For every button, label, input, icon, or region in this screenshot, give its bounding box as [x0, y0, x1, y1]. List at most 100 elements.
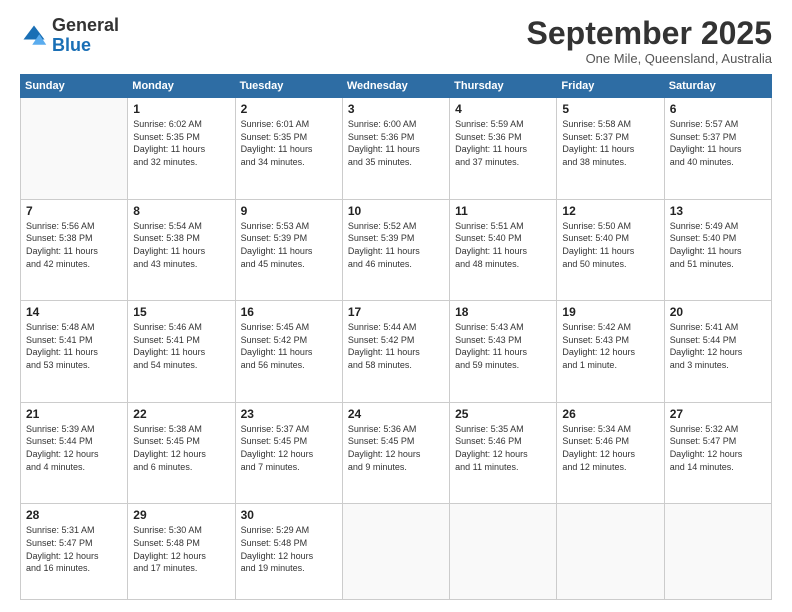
day-number: 8: [133, 204, 229, 218]
day-info: Sunrise: 5:59 AM Sunset: 5:36 PM Dayligh…: [455, 118, 551, 168]
day-number: 18: [455, 305, 551, 319]
calendar-week-row: 28 Sunrise: 5:31 AM Sunset: 5:47 PM Dayli…: [21, 504, 772, 600]
day-number: 1: [133, 102, 229, 116]
table-row: 10 Sunrise: 5:52 AM Sunset: 5:39 PM Dayli…: [342, 199, 449, 301]
day-number: 29: [133, 508, 229, 522]
table-row: 23 Sunrise: 5:37 AM Sunset: 5:45 PM Dayli…: [235, 402, 342, 504]
day-info: Sunrise: 5:57 AM Sunset: 5:37 PM Dayligh…: [670, 118, 766, 168]
table-row: [21, 98, 128, 200]
day-info: Sunrise: 5:52 AM Sunset: 5:39 PM Dayligh…: [348, 220, 444, 270]
calendar-week-row: 1 Sunrise: 6:02 AM Sunset: 5:35 PM Daylig…: [21, 98, 772, 200]
location-subtitle: One Mile, Queensland, Australia: [527, 51, 772, 66]
table-row: 20 Sunrise: 5:41 AM Sunset: 5:44 PM Dayli…: [664, 301, 771, 403]
table-row: [664, 504, 771, 600]
day-number: 19: [562, 305, 658, 319]
day-number: 30: [241, 508, 337, 522]
table-row: 1 Sunrise: 6:02 AM Sunset: 5:35 PM Daylig…: [128, 98, 235, 200]
day-number: 28: [26, 508, 122, 522]
table-row: 24 Sunrise: 5:36 AM Sunset: 5:45 PM Dayli…: [342, 402, 449, 504]
day-number: 16: [241, 305, 337, 319]
table-row: 17Sunrise: 5:44 AM Sunset: 5:42 PM Dayli…: [342, 301, 449, 403]
table-row: 25Sunrise: 5:35 AM Sunset: 5:46 PM Dayli…: [450, 402, 557, 504]
day-info: Sunrise: 5:36 AM Sunset: 5:45 PM Dayligh…: [348, 423, 444, 473]
calendar-week-row: 7 Sunrise: 5:56 AM Sunset: 5:38 PM Daylig…: [21, 199, 772, 301]
table-row: 28 Sunrise: 5:31 AM Sunset: 5:47 PM Dayli…: [21, 504, 128, 600]
header-wednesday: Wednesday: [342, 75, 449, 98]
day-number: 20: [670, 305, 766, 319]
table-row: 5 Sunrise: 5:58 AM Sunset: 5:37 PM Daylig…: [557, 98, 664, 200]
day-number: 12: [562, 204, 658, 218]
day-info: Sunrise: 6:02 AM Sunset: 5:35 PM Dayligh…: [133, 118, 229, 168]
logo-icon: [20, 22, 48, 50]
header-friday: Friday: [557, 75, 664, 98]
weekday-header-row: Sunday Monday Tuesday Wednesday Thursday…: [21, 75, 772, 98]
header-monday: Monday: [128, 75, 235, 98]
table-row: 30Sunrise: 5:29 AM Sunset: 5:48 PM Dayli…: [235, 504, 342, 600]
table-row: 21 Sunrise: 5:39 AM Sunset: 5:44 PM Dayli…: [21, 402, 128, 504]
day-number: 25: [455, 407, 551, 421]
table-row: 29Sunrise: 5:30 AM Sunset: 5:48 PM Dayli…: [128, 504, 235, 600]
day-number: 5: [562, 102, 658, 116]
day-number: 11: [455, 204, 551, 218]
day-info: Sunrise: 5:53 AM Sunset: 5:39 PM Dayligh…: [241, 220, 337, 270]
day-number: 21: [26, 407, 122, 421]
header-saturday: Saturday: [664, 75, 771, 98]
day-info: Sunrise: 5:49 AM Sunset: 5:40 PM Dayligh…: [670, 220, 766, 270]
day-info: Sunrise: 5:41 AM Sunset: 5:44 PM Dayligh…: [670, 321, 766, 371]
day-info: Sunrise: 6:01 AM Sunset: 5:35 PM Dayligh…: [241, 118, 337, 168]
header: General Blue September 2025 One Mile, Qu…: [20, 16, 772, 66]
header-thursday: Thursday: [450, 75, 557, 98]
table-row: 15 Sunrise: 5:46 AM Sunset: 5:41 PM Dayli…: [128, 301, 235, 403]
logo-general-text: General: [52, 15, 119, 35]
day-info: Sunrise: 5:46 AM Sunset: 5:41 PM Dayligh…: [133, 321, 229, 371]
day-info: Sunrise: 5:56 AM Sunset: 5:38 PM Dayligh…: [26, 220, 122, 270]
header-sunday: Sunday: [21, 75, 128, 98]
day-number: 7: [26, 204, 122, 218]
table-row: [450, 504, 557, 600]
table-row: 4Sunrise: 5:59 AM Sunset: 5:36 PM Daylig…: [450, 98, 557, 200]
day-number: 2: [241, 102, 337, 116]
day-number: 15: [133, 305, 229, 319]
day-info: Sunrise: 5:51 AM Sunset: 5:40 PM Dayligh…: [455, 220, 551, 270]
day-number: 13: [670, 204, 766, 218]
table-row: 16 Sunrise: 5:45 AM Sunset: 5:42 PM Dayli…: [235, 301, 342, 403]
table-row: 3Sunrise: 6:00 AM Sunset: 5:36 PM Daylig…: [342, 98, 449, 200]
table-row: 22Sunrise: 5:38 AM Sunset: 5:45 PM Dayli…: [128, 402, 235, 504]
day-number: 10: [348, 204, 444, 218]
table-row: 2 Sunrise: 6:01 AM Sunset: 5:35 PM Daylig…: [235, 98, 342, 200]
day-info: Sunrise: 5:50 AM Sunset: 5:40 PM Dayligh…: [562, 220, 658, 270]
table-row: 27Sunrise: 5:32 AM Sunset: 5:47 PM Dayli…: [664, 402, 771, 504]
header-tuesday: Tuesday: [235, 75, 342, 98]
day-info: Sunrise: 5:37 AM Sunset: 5:45 PM Dayligh…: [241, 423, 337, 473]
table-row: 9Sunrise: 5:53 AM Sunset: 5:39 PM Daylig…: [235, 199, 342, 301]
day-info: Sunrise: 6:00 AM Sunset: 5:36 PM Dayligh…: [348, 118, 444, 168]
logo: General Blue: [20, 16, 119, 56]
day-info: Sunrise: 5:44 AM Sunset: 5:42 PM Dayligh…: [348, 321, 444, 371]
day-info: Sunrise: 5:39 AM Sunset: 5:44 PM Dayligh…: [26, 423, 122, 473]
day-number: 14: [26, 305, 122, 319]
day-number: 6: [670, 102, 766, 116]
day-info: Sunrise: 5:34 AM Sunset: 5:46 PM Dayligh…: [562, 423, 658, 473]
day-info: Sunrise: 5:48 AM Sunset: 5:41 PM Dayligh…: [26, 321, 122, 371]
logo-blue-text: Blue: [52, 35, 91, 55]
table-row: 26 Sunrise: 5:34 AM Sunset: 5:46 PM Dayli…: [557, 402, 664, 504]
table-row: [557, 504, 664, 600]
day-info: Sunrise: 5:58 AM Sunset: 5:37 PM Dayligh…: [562, 118, 658, 168]
day-number: 24: [348, 407, 444, 421]
table-row: 7 Sunrise: 5:56 AM Sunset: 5:38 PM Daylig…: [21, 199, 128, 301]
day-number: 23: [241, 407, 337, 421]
calendar-table: Sunday Monday Tuesday Wednesday Thursday…: [20, 74, 772, 600]
title-block: September 2025 One Mile, Queensland, Aus…: [527, 16, 772, 66]
table-row: 18Sunrise: 5:43 AM Sunset: 5:43 PM Dayli…: [450, 301, 557, 403]
calendar-week-row: 14 Sunrise: 5:48 AM Sunset: 5:41 PM Dayli…: [21, 301, 772, 403]
day-number: 26: [562, 407, 658, 421]
day-info: Sunrise: 5:38 AM Sunset: 5:45 PM Dayligh…: [133, 423, 229, 473]
month-title: September 2025: [527, 16, 772, 51]
table-row: 12 Sunrise: 5:50 AM Sunset: 5:40 PM Dayli…: [557, 199, 664, 301]
table-row: 14 Sunrise: 5:48 AM Sunset: 5:41 PM Dayli…: [21, 301, 128, 403]
calendar-week-row: 21 Sunrise: 5:39 AM Sunset: 5:44 PM Dayli…: [21, 402, 772, 504]
day-info: Sunrise: 5:45 AM Sunset: 5:42 PM Dayligh…: [241, 321, 337, 371]
table-row: 13 Sunrise: 5:49 AM Sunset: 5:40 PM Dayli…: [664, 199, 771, 301]
page: General Blue September 2025 One Mile, Qu…: [0, 0, 792, 612]
day-info: Sunrise: 5:31 AM Sunset: 5:47 PM Dayligh…: [26, 524, 122, 574]
